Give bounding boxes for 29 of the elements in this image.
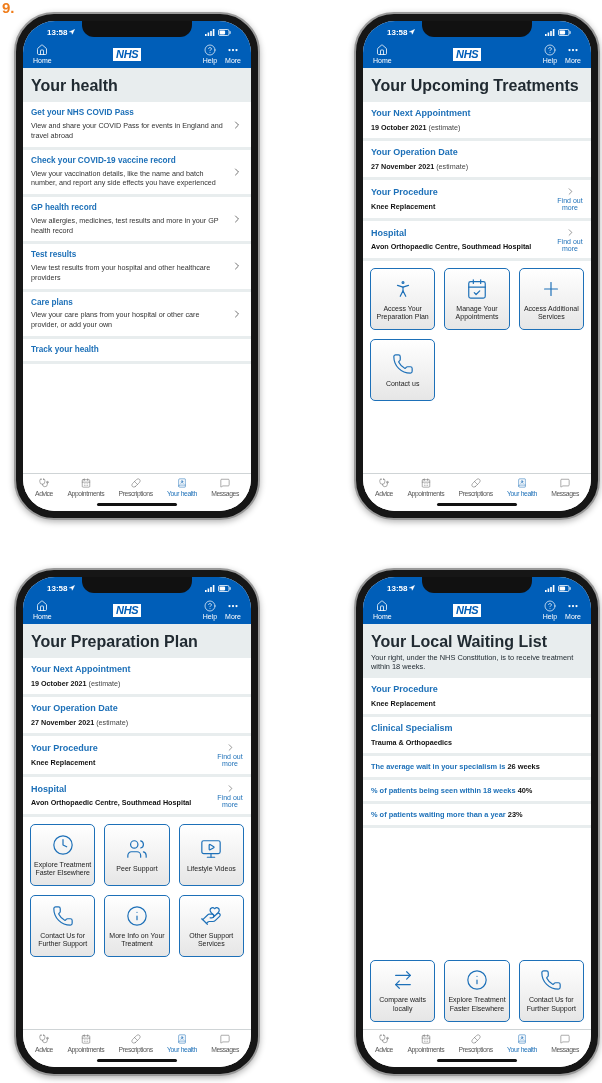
status-time: 13:58 — [47, 583, 76, 593]
figure-number: 9. — [2, 0, 15, 15]
item-heading: Get your NHS COVID Pass — [31, 108, 135, 119]
page-title: Your Preparation Plan — [31, 633, 199, 652]
item-heading: Track your health — [31, 344, 99, 355]
item-heading: Care plans — [31, 297, 74, 308]
item-heading: Your Next Appointment — [31, 664, 132, 676]
item-heading: Your Procedure — [371, 684, 439, 696]
item-heading: Test results — [31, 250, 78, 261]
status-time: 13:58 — [387, 27, 416, 37]
item-heading: Check your COVID-19 vaccine record — [31, 155, 177, 166]
nhs-logo: NHS — [113, 603, 142, 617]
item-heading: Hospital — [371, 227, 408, 239]
item-heading: Hospital — [31, 783, 68, 795]
item-heading: Your Procedure — [371, 186, 439, 198]
page-title: Your Upcoming Treatments — [371, 77, 580, 96]
item-heading: GP health record — [31, 202, 98, 213]
nhs-logo: NHS — [113, 47, 142, 61]
item-heading: Your Operation Date — [371, 147, 459, 158]
item-heading: Your Next Appointment — [371, 108, 472, 120]
page-title: Your health — [31, 77, 119, 96]
item-heading: Your Procedure — [31, 742, 99, 754]
nhs-logo: NHS — [453, 47, 482, 61]
status-time: 13:58 — [47, 27, 76, 37]
status-time: 13:58 — [387, 583, 416, 593]
nhs-logo: NHS — [453, 603, 482, 617]
item-heading: Your Operation Date — [31, 703, 119, 714]
item-heading: Clinical Specialism — [371, 723, 454, 734]
page-title: Your Local Waiting List — [371, 633, 548, 652]
